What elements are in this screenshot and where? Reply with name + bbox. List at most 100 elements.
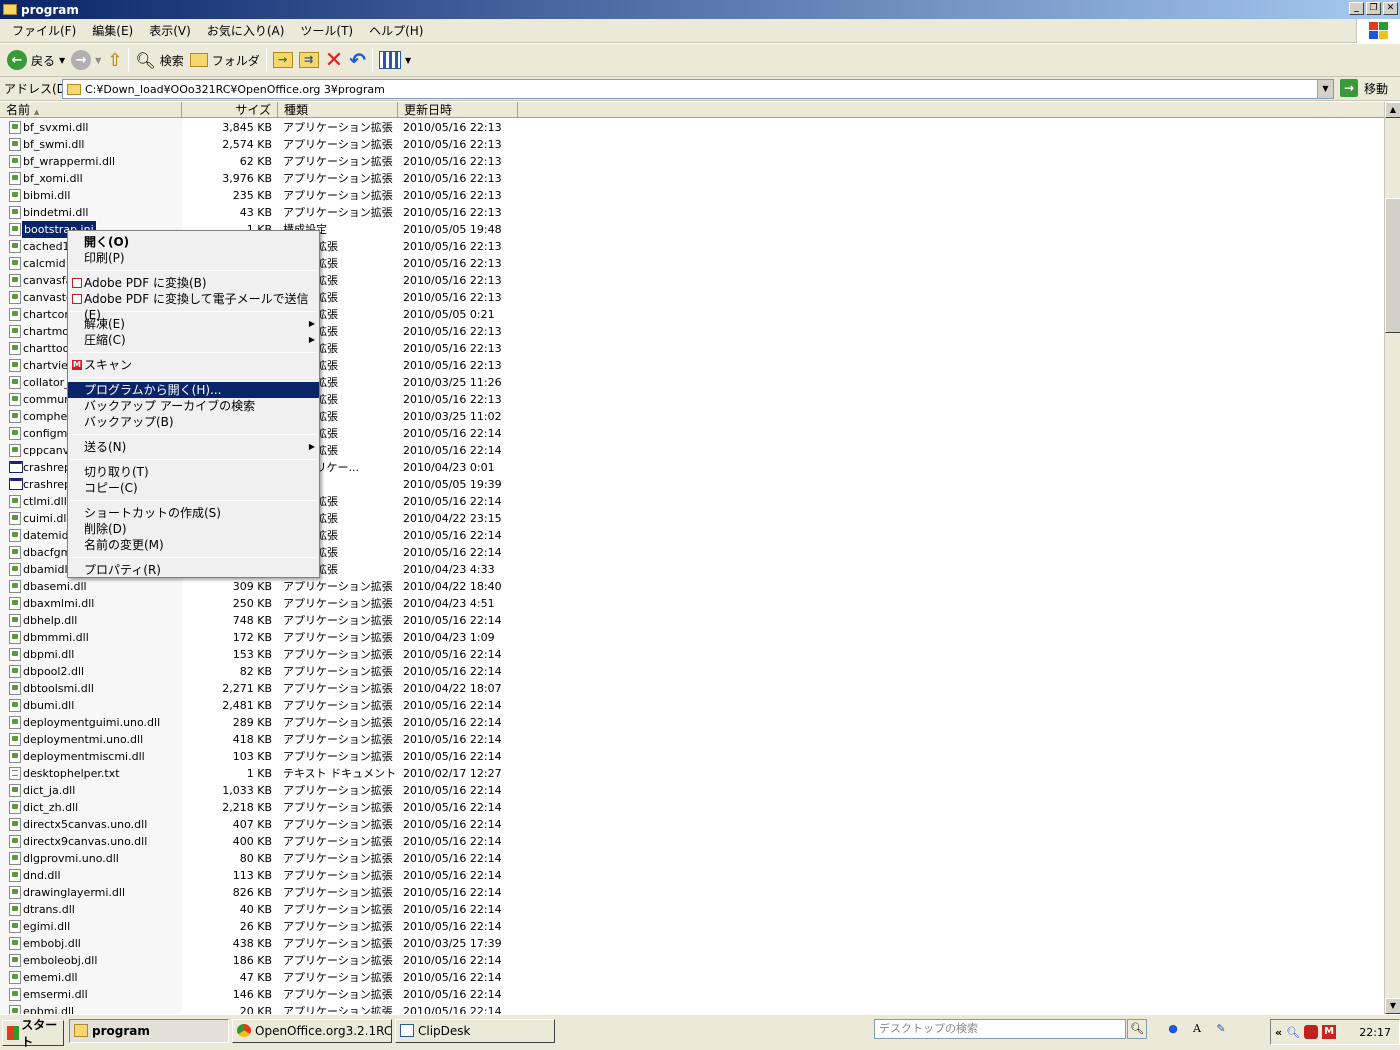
file-name[interactable]: bf_wrappermi.dll — [23, 153, 115, 170]
file-row[interactable]: dnd.dll 113 KB アプリケーション拡張 2010/05/16 22:14 — [0, 867, 1384, 884]
menu-view[interactable]: 表示(V) — [141, 22, 199, 39]
file-name[interactable]: ctlmi.dll — [23, 493, 67, 510]
file-name[interactable]: calcmid — [23, 255, 66, 272]
folders-button[interactable]: フォルダ — [187, 46, 263, 74]
delete-button[interactable]: ✕ — [322, 46, 346, 74]
file-name[interactable]: chartvie — [23, 357, 68, 374]
menu-help[interactable]: ヘルプ(H) — [361, 22, 431, 39]
file-name[interactable]: dbumi.dll — [23, 697, 74, 714]
file-row[interactable]: dtrans.dll 40 KB アプリケーション拡張 2010/05/16 22:1… — [0, 901, 1384, 918]
file-name[interactable]: dbaxmlmi.dll — [23, 595, 94, 612]
file-name[interactable]: deploymentguimi.uno.dll — [23, 714, 160, 731]
file-row[interactable]: drawinglayermi.dll 826 KB アプリケーション拡張 2010/0… — [0, 884, 1384, 901]
scroll-up-button[interactable]: ▲ — [1385, 102, 1400, 118]
column-name-header[interactable]: 名前 ▲ — [0, 102, 182, 118]
undo-button[interactable]: ↶ — [346, 46, 369, 74]
file-row[interactable]: emsermi.dll 146 KB アプリケーション拡張 2010/05/16 22… — [0, 986, 1384, 1003]
menu-item-open-with[interactable]: プログラムから開く(H)... — [68, 382, 319, 398]
file-name[interactable]: commun — [23, 391, 71, 408]
file-name[interactable]: collator_ — [23, 374, 70, 391]
menu-item-backup[interactable]: バックアップ(B) — [68, 414, 319, 430]
task-button-browser[interactable]: OpenOffice.org3.2.1RC版... — [232, 1019, 392, 1043]
menu-item-send-to[interactable]: 送る(N) ▶ — [68, 439, 319, 455]
up-folder-button[interactable]: ⇧ — [104, 46, 125, 74]
menu-item-properties[interactable]: プロパティ(R) — [68, 562, 319, 578]
file-row[interactable]: deploymentguimi.uno.dll 289 KB アプリケーション拡張 2… — [0, 714, 1384, 731]
tools-icon[interactable]: ✎ — [1213, 1021, 1229, 1037]
file-name[interactable]: bindetmi.dll — [23, 204, 88, 221]
file-name[interactable]: crashrep — [23, 459, 71, 476]
file-name[interactable]: datemid — [23, 527, 69, 544]
antivirus-icon[interactable] — [1304, 1025, 1319, 1039]
close-button[interactable]: ✕ — [1383, 2, 1398, 15]
file-row[interactable]: bf_svxmi.dll 3,845 KB アプリケーション拡張 2010/05/16… — [0, 119, 1384, 136]
address-input[interactable]: C:¥Down_load¥OOo321RC¥OpenOffice.org 3¥p… — [62, 79, 1334, 99]
file-name[interactable]: crashrep — [23, 476, 71, 493]
file-row[interactable]: dlgprovmi.uno.dll 80 KB アプリケーション拡張 2010/05/… — [0, 850, 1384, 867]
file-row[interactable]: bindetmi.dll 43 KB アプリケーション拡張 2010/05/16 22… — [0, 204, 1384, 221]
file-name[interactable]: charttoo — [23, 340, 69, 357]
views-button[interactable]: ▼ — [376, 46, 414, 74]
go-button[interactable]: → 移動 — [1340, 79, 1388, 97]
desktop-search-input[interactable]: デスクトップの検索 — [874, 1019, 1126, 1039]
file-name[interactable]: chartcon — [23, 306, 71, 323]
file-row[interactable]: dbumi.dll 2,481 KB アプリケーション拡張 2010/05/16 22… — [0, 697, 1384, 714]
column-type-header[interactable]: 種類 — [278, 102, 398, 118]
file-row[interactable]: desktophelper.txt 1 KB テキスト ドキュメント 2010/02/… — [0, 765, 1384, 782]
file-name[interactable]: cppcanv — [23, 442, 69, 459]
file-row[interactable]: dbasemi.dll 309 KB アプリケーション拡張 2010/04/22 18… — [0, 578, 1384, 595]
file-row[interactable]: egimi.dll 26 KB アプリケーション拡張 2010/05/16 22:14 — [0, 918, 1384, 935]
file-row[interactable]: epbmi.dll 20 KB アプリケーション拡張 2010/05/16 22:14 — [0, 1003, 1384, 1014]
file-row[interactable]: ememi.dll 47 KB アプリケーション拡張 2010/05/16 22:14 — [0, 969, 1384, 986]
file-name[interactable]: dbhelp.dll — [23, 612, 77, 629]
file-name[interactable]: dlgprovmi.uno.dll — [23, 850, 119, 867]
file-name[interactable]: epbmi.dll — [23, 1003, 74, 1014]
file-row[interactable]: dbtoolsmi.dll 2,271 KB アプリケーション拡張 2010/04/2… — [0, 680, 1384, 697]
file-name[interactable]: canvasto — [23, 289, 73, 306]
task-button-explorer[interactable]: program — [69, 1019, 229, 1043]
minimize-button[interactable]: _ — [1349, 2, 1364, 15]
column-date-header[interactable]: 更新日時 — [398, 102, 518, 118]
menu-item-extract[interactable]: 解凍(E) ▶ — [68, 316, 319, 332]
vertical-scrollbar[interactable]: ▲ ▼ — [1384, 102, 1400, 1014]
file-row[interactable]: dict_ja.dll 1,033 KB アプリケーション拡張 2010/05/16 … — [0, 782, 1384, 799]
file-name[interactable]: dnd.dll — [23, 867, 61, 884]
menu-item-open[interactable]: 開く(O) — [68, 234, 319, 250]
task-button-clipdesk[interactable]: ClipDesk — [395, 1019, 555, 1043]
menu-item-compress[interactable]: 圧縮(C) ▶ — [68, 332, 319, 348]
search-button[interactable]: 🔍︎ 検索 — [132, 46, 186, 74]
file-row[interactable]: bf_xomi.dll 3,976 KB アプリケーション拡張 2010/05/16 … — [0, 170, 1384, 187]
tray-expand-icon[interactable]: « — [1275, 1026, 1282, 1039]
menu-item-convert-pdf[interactable]: Adobe PDF に変換(B) — [68, 275, 319, 291]
copy-to-button[interactable]: ⇉ — [296, 46, 322, 74]
move-to-button[interactable]: → — [270, 46, 296, 74]
file-name[interactable]: comphel — [23, 408, 70, 425]
file-name[interactable]: ememi.dll — [23, 969, 78, 986]
clock[interactable]: 22:17 — [1359, 1026, 1391, 1039]
scroll-down-button[interactable]: ▼ — [1385, 998, 1400, 1014]
file-name[interactable]: deploymentmi.uno.dll — [23, 731, 143, 748]
file-row[interactable]: emboleobj.dll 186 KB アプリケーション拡張 2010/05/16 … — [0, 952, 1384, 969]
desktop-search-button[interactable]: 🔍︎ — [1127, 1019, 1147, 1039]
file-name[interactable]: bf_swmi.dll — [23, 136, 84, 153]
file-name[interactable]: dbacfgm — [23, 544, 71, 561]
menu-file[interactable]: ファイル(F) — [4, 22, 84, 39]
file-row[interactable]: deploymentmi.uno.dll 418 KB アプリケーション拡張 2010… — [0, 731, 1384, 748]
menu-edit[interactable]: 編集(E) — [84, 22, 141, 39]
ime-icon[interactable]: A — [1189, 1021, 1205, 1037]
file-name[interactable]: dbmmmi.dll — [23, 629, 89, 646]
menu-item-delete[interactable]: 削除(D) — [68, 521, 319, 537]
file-row[interactable]: dbhelp.dll 748 KB アプリケーション拡張 2010/05/16 22:… — [0, 612, 1384, 629]
file-name[interactable]: bibmi.dll — [23, 187, 70, 204]
file-name[interactable]: drawinglayermi.dll — [23, 884, 125, 901]
messenger-icon[interactable]: ● — [1165, 1021, 1181, 1037]
file-name[interactable]: dict_ja.dll — [23, 782, 75, 799]
menu-item-convert-pdf-email[interactable]: Adobe PDF に変換して電子メールで送信(E) — [68, 291, 319, 322]
address-dropdown-button[interactable]: ▼ — [1317, 80, 1333, 98]
file-row[interactable]: dict_zh.dll 2,218 KB アプリケーション拡張 2010/05/16 … — [0, 799, 1384, 816]
file-row[interactable]: dbaxmlmi.dll 250 KB アプリケーション拡張 2010/04/23 4… — [0, 595, 1384, 612]
file-name[interactable]: bf_xomi.dll — [23, 170, 83, 187]
menu-item-scan[interactable]: M スキャン — [68, 357, 319, 373]
file-name[interactable]: dbpool2.dll — [23, 663, 84, 680]
menu-item-copy[interactable]: コピー(C) — [68, 480, 319, 496]
